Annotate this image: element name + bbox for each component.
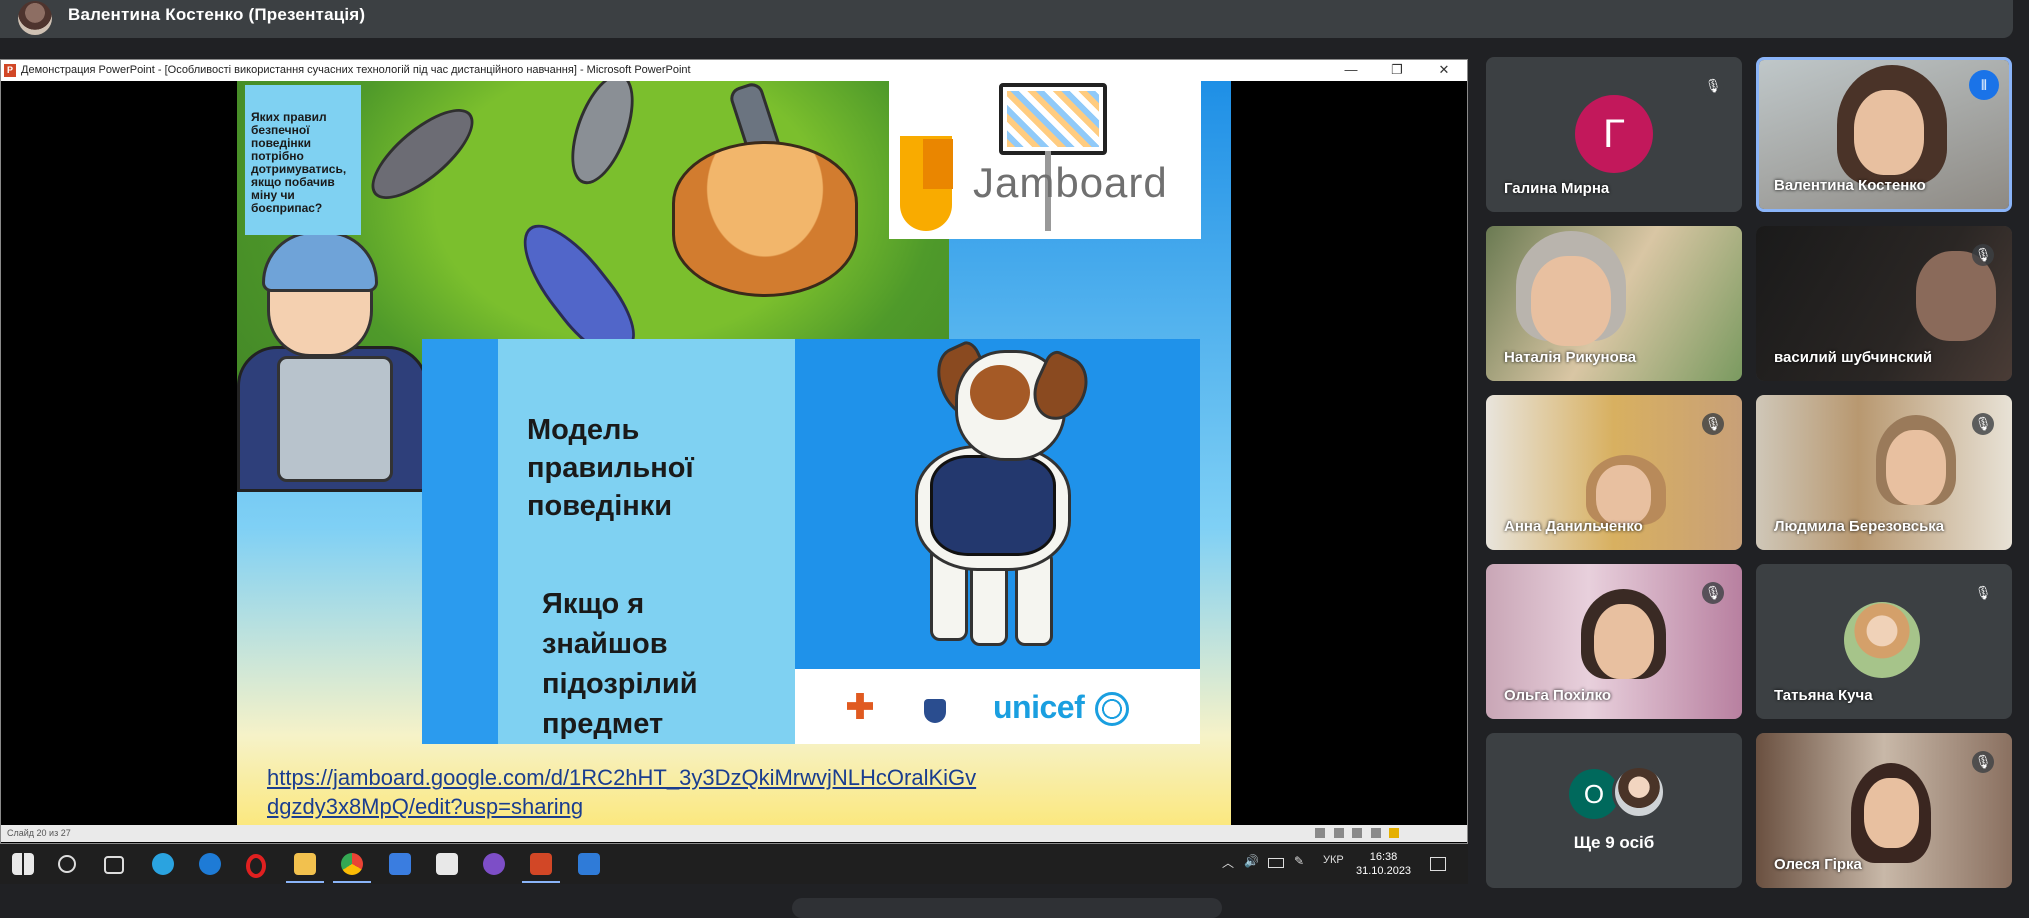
dog-patron-illustration xyxy=(875,337,1125,646)
taskbar-clock[interactable]: 16:38 31.10.2023 xyxy=(1356,850,1411,878)
chrome-icon[interactable] xyxy=(341,853,363,875)
jamboard-label: Jamboard xyxy=(973,159,1168,206)
maximize-button[interactable]: ❐ xyxy=(1387,62,1407,78)
slideshow-view-icon[interactable] xyxy=(1370,828,1381,838)
tray-chevron-icon[interactable]: ︿ xyxy=(1222,854,1234,871)
participant-name: василий шубчинский xyxy=(1774,349,1933,366)
participant-tile[interactable]: 🎙 Олеся Гірка xyxy=(1756,733,2012,888)
fit-slide-icon[interactable] xyxy=(1389,828,1400,838)
normal-view-icon[interactable] xyxy=(1315,828,1325,838)
slide[interactable]: Яких правил безпечної поведінки потрібно… xyxy=(237,81,1231,825)
volume-icon[interactable]: 🔊 xyxy=(1244,854,1259,868)
opera-icon[interactable] xyxy=(246,854,266,878)
mail-icon[interactable] xyxy=(389,853,411,875)
powerpoint-statusbar: Слайд 20 из 27 xyxy=(1,825,1467,842)
mic-off-icon: 🎙 xyxy=(1702,413,1724,435)
powerpoint-window[interactable]: P Демонстрация PowerPoint - [Особливості… xyxy=(0,59,1468,844)
participant-name: Татьяна Куча xyxy=(1774,687,1873,704)
found-object-title: Якщо я знайшов підозрілий предмет xyxy=(542,588,698,740)
telegram-icon[interactable] xyxy=(152,853,174,875)
meeting-top-bar: Валентина Костенко (Презентація) xyxy=(0,0,2013,38)
mic-off-icon: 🎙 xyxy=(1972,582,1994,604)
question-text: Яких правил безпечної поведінки потрібно… xyxy=(251,110,347,215)
task-view-icon[interactable] xyxy=(104,856,124,874)
meeting-controls-bar xyxy=(792,898,1222,918)
unicef-logo-text: unicef xyxy=(993,689,1085,725)
app-icon[interactable] xyxy=(578,853,600,875)
participant-video xyxy=(1854,90,1924,175)
powerpoint-icon[interactable] xyxy=(530,853,552,875)
mic-off-icon: 🎙 xyxy=(1972,751,1994,773)
participant-name: Галина Мирна xyxy=(1504,180,1610,197)
powerpoint-window-title: Демонстрация PowerPoint - [Особливості в… xyxy=(21,64,691,76)
language-indicator[interactable]: УКР xyxy=(1323,854,1344,866)
minimize-button[interactable]: — xyxy=(1341,62,1361,77)
presenter-label: Валентина Костенко (Презентація) xyxy=(68,5,366,24)
clock-time: 16:38 xyxy=(1369,851,1398,863)
participant-tile[interactable]: 🎙 Ольга Похілко xyxy=(1486,564,1742,719)
participant-name: Валентина Костенко xyxy=(1774,177,1926,194)
more-participants-label: Ще 9 осіб xyxy=(1573,833,1655,852)
mic-off-icon: 🎙 xyxy=(1972,413,1994,435)
participant-name: Людмила Березовська xyxy=(1774,518,1945,535)
participant-video xyxy=(1596,465,1651,525)
more-participants-tile[interactable]: О Ще 9 осіб xyxy=(1486,733,1742,888)
notifications-icon[interactable] xyxy=(1430,857,1446,871)
participant-initial-avatar: Г xyxy=(1575,95,1653,173)
participant-tile-active-speaker[interactable]: ⦀ Валентина Костенко xyxy=(1756,57,2012,212)
police-logo xyxy=(924,699,946,723)
participant-photo-avatar xyxy=(1612,765,1666,819)
soldier-illustration xyxy=(237,231,428,492)
participant-name: Наталія Рикунова xyxy=(1504,349,1637,366)
participant-video xyxy=(1531,256,1611,346)
jamboard-icon-accent xyxy=(923,139,953,189)
close-button[interactable]: ✕ xyxy=(1434,62,1454,78)
mic-off-icon: 🎙 xyxy=(1972,244,1994,266)
participant-name: Анна Данильченко xyxy=(1504,518,1643,535)
mine-image xyxy=(672,141,858,297)
info-panel-strip xyxy=(422,339,498,744)
jamboard-link[interactable]: https://jamboard.google.com/d/1RC2hHT_3y… xyxy=(267,763,987,821)
search-icon[interactable] xyxy=(58,855,76,873)
participant-tile[interactable]: Наталія Рикунова xyxy=(1486,226,1742,381)
view-buttons[interactable] xyxy=(1309,828,1459,839)
participant-tile[interactable]: 🎙 Анна Данильченко xyxy=(1486,395,1742,550)
windows-taskbar: ︿ 🔊 ✎ УКР 16:38 31.10.2023 xyxy=(0,844,1468,884)
chrome-active-indicator xyxy=(333,881,371,883)
participant-video xyxy=(1864,778,1919,848)
participant-video xyxy=(1886,430,1946,505)
participant-video xyxy=(1594,604,1654,679)
powerpoint-titlebar: P Демонстрация PowerPoint - [Особливості… xyxy=(1,60,1467,81)
participant-tile[interactable]: 🎙 Людмила Березовська xyxy=(1756,395,2012,550)
participant-photo-avatar xyxy=(1844,602,1920,678)
model-title: Модель правильної поведінки xyxy=(527,414,694,522)
edge-icon[interactable] xyxy=(199,853,221,875)
participant-name: Ольга Похілко xyxy=(1504,687,1612,704)
presenter-avatar xyxy=(18,1,52,35)
clock-date: 31.10.2023 xyxy=(1356,865,1412,877)
reading-view-icon[interactable] xyxy=(1352,828,1363,838)
powerpoint-active-indicator xyxy=(522,881,560,883)
participant-tile[interactable]: 🎙 василий шубчинский xyxy=(1756,226,2012,381)
speaking-indicator-icon: ⦀ xyxy=(1969,70,1999,100)
mic-off-icon: 🎙 xyxy=(1702,75,1724,97)
whiteboard-icon xyxy=(999,83,1107,155)
store-icon[interactable] xyxy=(436,853,458,875)
pen-icon[interactable]: ✎ xyxy=(1294,854,1304,868)
sorter-view-icon[interactable] xyxy=(1333,828,1344,838)
start-icon[interactable] xyxy=(12,853,34,875)
mic-off-icon: 🎙 xyxy=(1702,582,1724,604)
unicef-globe-icon xyxy=(1095,692,1129,726)
battery-icon[interactable] xyxy=(1268,858,1284,868)
viber-icon[interactable] xyxy=(483,853,505,875)
participant-name: Олеся Гірка xyxy=(1774,856,1862,873)
participant-tile[interactable]: Г 🎙 Галина Мирна xyxy=(1486,57,1742,212)
file-explorer-icon[interactable] xyxy=(294,853,316,875)
participant-tile[interactable]: 🎙 Татьяна Куча xyxy=(1756,564,2012,719)
slide-counter: Слайд 20 из 27 xyxy=(7,828,71,838)
powerpoint-app-icon: P xyxy=(4,64,16,77)
file-explorer-active-indicator xyxy=(286,881,324,883)
